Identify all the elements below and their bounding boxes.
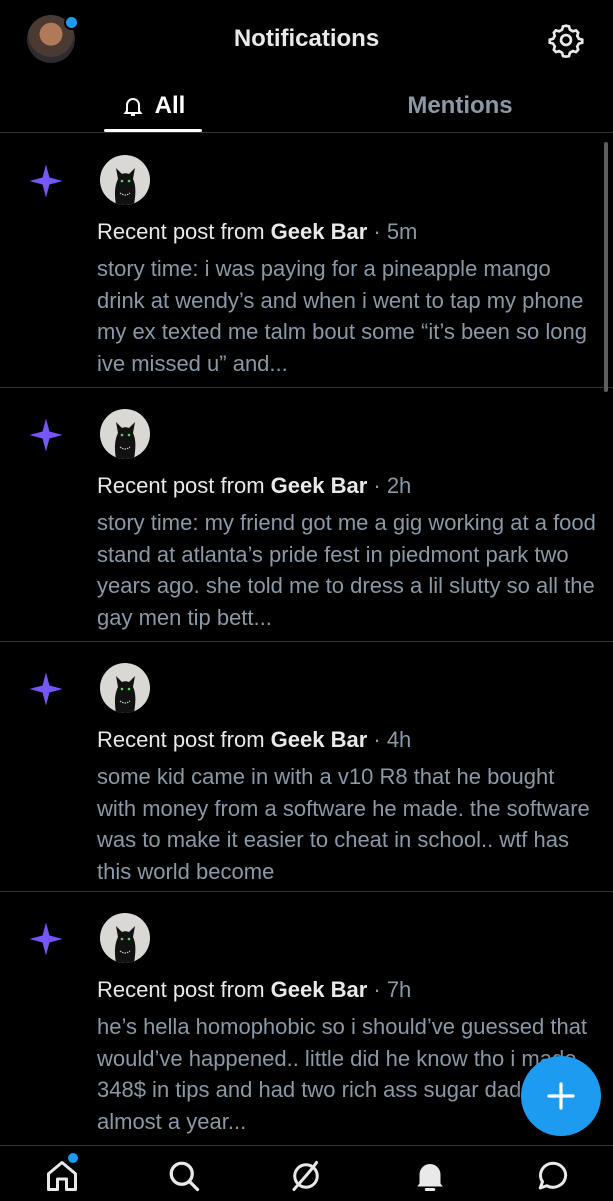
tab-label: All bbox=[154, 92, 186, 119]
feeds-icon[interactable] bbox=[288, 1158, 324, 1194]
timestamp: · 4h bbox=[367, 727, 412, 752]
sparkle-icon bbox=[29, 922, 63, 956]
notification-headline: Recent post from Geek Bar · 4h bbox=[97, 727, 411, 753]
avatar[interactable] bbox=[100, 663, 150, 713]
post-preview: some kid came in with a v10 R8 that he b… bbox=[97, 764, 590, 884]
plus-icon bbox=[547, 1082, 575, 1110]
sparkle-icon bbox=[29, 164, 63, 198]
headline-prefix: Recent post from bbox=[97, 977, 271, 1002]
list-item[interactable]: Recent post from Geek Bar · 4h some kid … bbox=[0, 641, 613, 892]
timestamp: · 5m bbox=[367, 219, 418, 244]
timestamp: · 7h bbox=[367, 977, 412, 1002]
author-name[interactable]: Geek Bar bbox=[271, 727, 368, 752]
compose-button[interactable] bbox=[521, 1056, 601, 1136]
author-name[interactable]: Geek Bar bbox=[271, 977, 368, 1002]
list-item[interactable]: Recent post from Geek Bar · 7h he’s hell… bbox=[0, 891, 613, 1145]
sparkle-icon bbox=[29, 672, 63, 706]
page-title: Notifications bbox=[233, 25, 380, 52]
chat-icon[interactable] bbox=[535, 1158, 571, 1194]
headline-prefix: Recent post from bbox=[97, 727, 271, 752]
author-name[interactable]: Geek Bar bbox=[271, 219, 368, 244]
tab-all[interactable]: All bbox=[104, 80, 202, 132]
gear-icon[interactable] bbox=[548, 22, 584, 58]
bottom-navigation bbox=[0, 1145, 613, 1201]
notification-headline: Recent post from Geek Bar · 2h bbox=[97, 473, 411, 499]
top-header: Notifications bbox=[0, 0, 613, 80]
headline-prefix: Recent post from bbox=[97, 219, 271, 244]
notification-headline: Recent post from Geek Bar · 7h bbox=[97, 977, 411, 1003]
search-icon[interactable] bbox=[166, 1158, 202, 1194]
avatar[interactable] bbox=[100, 155, 150, 205]
post-preview: story time: my friend got me a gig worki… bbox=[97, 510, 596, 630]
tab-mentions[interactable]: Mentions bbox=[380, 80, 540, 132]
notification-headline: Recent post from Geek Bar · 5m bbox=[97, 219, 417, 245]
tab-label: Mentions bbox=[407, 92, 513, 119]
avatar[interactable] bbox=[100, 409, 150, 459]
notification-tabs: All Mentions bbox=[0, 80, 613, 133]
timestamp: · 2h bbox=[367, 473, 412, 498]
scrollbar[interactable] bbox=[604, 142, 608, 392]
home-unread-dot bbox=[66, 1151, 80, 1165]
post-preview: story time: i was paying for a pineapple… bbox=[97, 256, 587, 376]
active-tab-indicator bbox=[104, 129, 202, 132]
sparkle-icon bbox=[29, 418, 63, 452]
bell-icon[interactable] bbox=[412, 1158, 448, 1194]
author-name[interactable]: Geek Bar bbox=[271, 473, 368, 498]
list-item[interactable]: Recent post from Geek Bar · 2h story tim… bbox=[0, 387, 613, 642]
avatar[interactable] bbox=[100, 913, 150, 963]
list-item[interactable]: Recent post from Geek Bar · 5m story tim… bbox=[0, 133, 613, 388]
headline-prefix: Recent post from bbox=[97, 473, 271, 498]
notification-list: Recent post from Geek Bar · 5m story tim… bbox=[0, 133, 613, 1145]
post-preview: he’s hella homophobic so i should’ve gue… bbox=[97, 1014, 588, 1134]
bell-icon bbox=[123, 98, 143, 116]
